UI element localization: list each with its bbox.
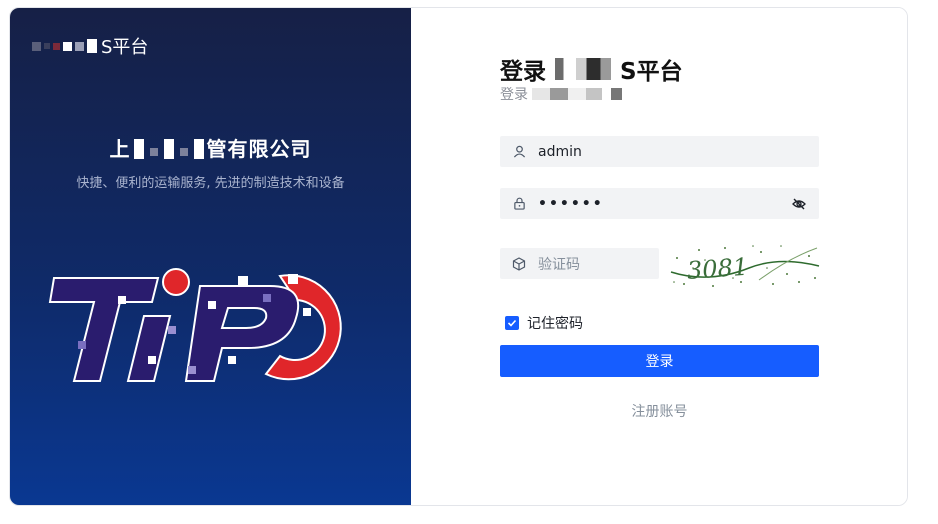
brand-header: S平台 bbox=[32, 33, 148, 59]
captcha-field[interactable]: 验证码 bbox=[500, 248, 659, 279]
password-field[interactable]: •••••• bbox=[500, 188, 819, 219]
pixelated-logo-icon bbox=[32, 39, 97, 53]
password-value: •••••• bbox=[538, 195, 604, 212]
cube-icon bbox=[512, 256, 526, 271]
remember-password[interactable]: 记住密码 bbox=[505, 313, 583, 333]
form-subtitle: 登录 bbox=[500, 84, 622, 104]
username-value: admin bbox=[538, 143, 582, 160]
eye-off-icon[interactable] bbox=[791, 196, 807, 212]
login-form: 登录 S平台 登录 admin •••••• 验证码 3081 记住密码 登录 … bbox=[411, 8, 907, 505]
redaction-block bbox=[532, 88, 622, 100]
redaction-block bbox=[149, 148, 158, 156]
company-name-suffix: 管有限公司 bbox=[206, 137, 312, 161]
remember-checkbox[interactable] bbox=[505, 316, 519, 330]
company-name-prefix: 上 bbox=[109, 137, 131, 161]
login-button[interactable]: 登录 bbox=[500, 345, 819, 377]
lock-icon bbox=[512, 197, 526, 211]
redaction-block bbox=[179, 148, 188, 156]
username-field[interactable]: admin bbox=[500, 136, 819, 167]
slogan: 快捷、便利的运输服务, 先进的制造技术和设备 bbox=[76, 176, 345, 191]
redaction-block bbox=[163, 139, 174, 159]
brand-name: S平台 bbox=[101, 37, 149, 58]
company-name: 上 管有限公司 bbox=[10, 133, 411, 162]
remember-label: 记住密码 bbox=[527, 316, 583, 332]
tipo-logo bbox=[48, 268, 342, 382]
form-title-suffix: S平台 bbox=[620, 59, 683, 85]
brand-panel: S平台 上 管有限公司 快捷、便利的运输服务, 先进的制造技术和设备 bbox=[10, 8, 411, 505]
form-title-prefix: 登录 bbox=[500, 59, 546, 85]
captcha-image[interactable]: 3081 bbox=[669, 238, 821, 290]
captcha-code: 3081 bbox=[686, 253, 749, 285]
register-link[interactable]: 注册账号 bbox=[500, 401, 819, 421]
captcha-placeholder: 验证码 bbox=[538, 256, 580, 273]
redaction-block bbox=[193, 139, 204, 159]
redaction-block bbox=[548, 58, 618, 80]
user-icon bbox=[512, 145, 526, 159]
form-subtitle-prefix: 登录 bbox=[500, 87, 528, 103]
login-card: S平台 上 管有限公司 快捷、便利的运输服务, 先进的制造技术和设备 登录 S平台… bbox=[9, 7, 908, 506]
redaction-block bbox=[133, 139, 144, 159]
form-title: 登录 S平台 bbox=[500, 52, 683, 86]
